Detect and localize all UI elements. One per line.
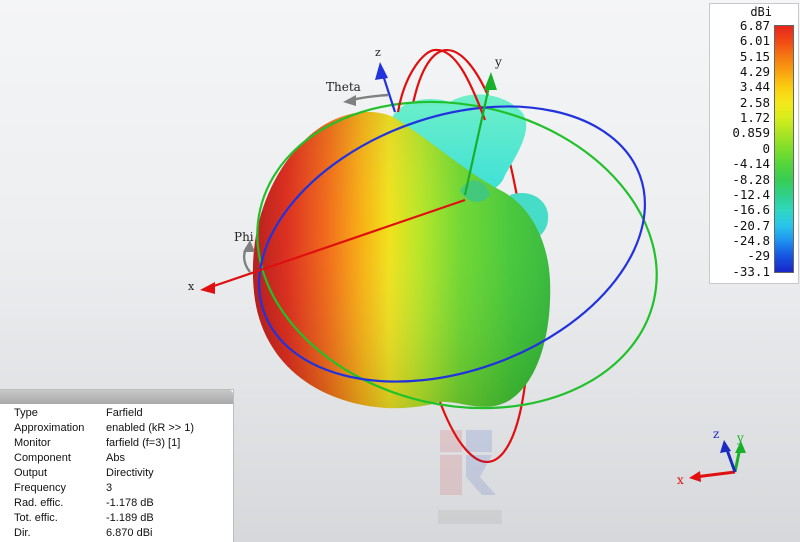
z-axis-arrow — [375, 62, 388, 80]
info-value: Farfield — [106, 407, 143, 419]
info-value: 6.870 dBi — [106, 527, 153, 539]
legend-tick-label: -24.8 — [732, 232, 770, 248]
legend-tick-label: -8.28 — [732, 171, 770, 187]
info-panel-header — [0, 390, 233, 404]
legend-tick-label: -4.14 — [732, 156, 770, 172]
info-key: Frequency — [14, 482, 66, 494]
info-row: Component Abs — [14, 451, 233, 466]
x-axis-label: x — [188, 280, 195, 293]
legend-tick-label: 2.58 — [739, 94, 770, 110]
info-value: farfield (f=3) [1] — [106, 437, 181, 449]
info-key: Type — [14, 407, 38, 419]
info-row: Type Farfield — [14, 406, 233, 421]
legend-tick-label: 4.29 — [739, 64, 770, 80]
legend-tick-label: -20.7 — [732, 217, 770, 233]
info-value: 3 — [106, 482, 113, 494]
info-key: Rad. effic. — [14, 497, 64, 509]
info-key: Dir. — [14, 527, 31, 539]
info-value: Abs — [106, 452, 125, 464]
info-value: Directivity — [106, 467, 154, 479]
legend-tick-label: 5.15 — [739, 48, 770, 64]
info-value: enabled (kR >> 1) — [106, 422, 195, 434]
color-scale-legend: dBi 6.87 6.01 5.15 4.29 3.44 2.58 1.72 0.859 0 -4… — [709, 3, 799, 284]
theta-arrowhead — [343, 95, 356, 106]
theta-arrow — [351, 93, 389, 102]
info-key: Monitor — [14, 437, 51, 449]
x-axis-arrow — [200, 282, 215, 294]
legend-tick-label: 6.87 — [739, 18, 770, 33]
info-value: -1.189 dB — [106, 512, 154, 524]
legend-tick-label: -33.1 — [732, 263, 770, 279]
info-key: Output — [14, 467, 48, 479]
info-row: Monitor farfield (f=3) [1] — [14, 436, 233, 451]
info-row: Rad. effic. -1.178 dB — [14, 496, 233, 511]
triad-z-label: z — [713, 427, 719, 441]
info-row: Frequency 3 — [14, 481, 233, 496]
info-value: -1.178 dB — [106, 497, 154, 509]
legend-tick-label: -16.6 — [732, 202, 770, 218]
info-row: Approximation enabled (kR >> 1) — [14, 421, 233, 436]
info-row: Output Directivity — [14, 466, 233, 481]
phi-label: Phi — [234, 230, 254, 244]
legend-tick-label: 0 — [762, 140, 770, 156]
legend-color-bar — [774, 25, 794, 273]
result-info-panel: Type Farfield Approximation enabled (kR >> … — [0, 389, 234, 542]
info-row: Dir. 6.870 dBi — [14, 526, 233, 541]
info-key: Approximation — [14, 422, 85, 434]
info-key: Component — [14, 452, 71, 464]
legend-unit: dBi — [750, 5, 772, 19]
y-axis-arrow — [484, 72, 497, 90]
triad-y-label: y — [736, 431, 744, 445]
orientation-triad: x y z — [677, 427, 746, 487]
legend-tick-label: -29 — [747, 248, 770, 264]
z-axis-label: z — [375, 46, 381, 59]
info-key: Tot. effic. — [14, 512, 58, 524]
legend-tick-label: 6.01 — [739, 33, 770, 49]
legend-tick-label: 1.72 — [739, 110, 770, 126]
triad-x-label: x — [677, 473, 684, 487]
legend-tick-label: 3.44 — [739, 79, 770, 95]
legend-tick-label: -12.4 — [732, 186, 770, 202]
watermark-logo — [430, 425, 510, 535]
info-row: Tot. effic. -1.189 dB — [14, 511, 233, 526]
info-rows: Type Farfield Approximation enabled (kR >> … — [0, 404, 233, 541]
legend-tick-label: 0.859 — [732, 125, 770, 141]
theta-label: Theta — [326, 80, 361, 94]
y-axis-label: y — [494, 55, 502, 69]
